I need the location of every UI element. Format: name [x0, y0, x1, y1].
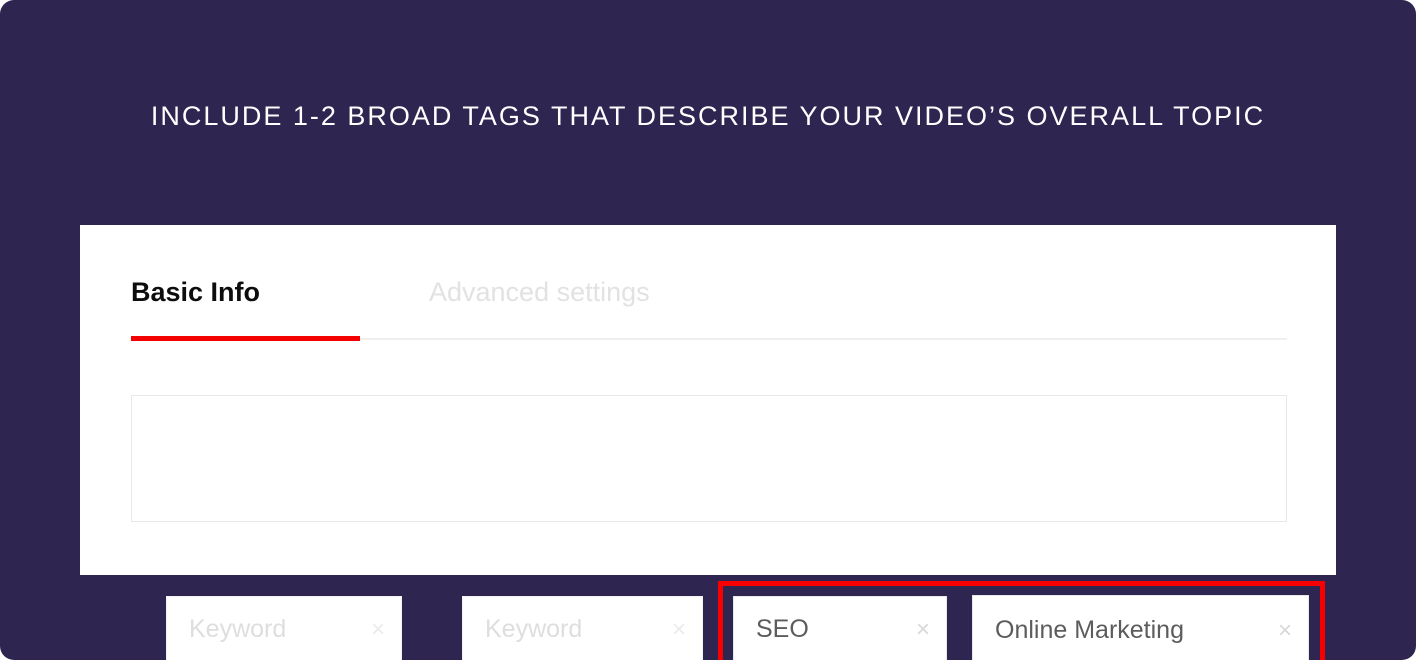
screen: INCLUDE 1-2 BROAD TAGS THAT DESCRIBE YOU… — [0, 0, 1416, 660]
tag-chip-label: Keyword — [189, 615, 287, 643]
close-icon[interactable]: × — [672, 617, 686, 642]
tag-chip[interactable]: Keyword × — [166, 596, 402, 660]
tags-field-container[interactable]: Keyword × Keyword × SEO × Online Marketi… — [131, 395, 1325, 660]
close-icon[interactable]: × — [371, 617, 385, 642]
video-details-card: Basic Info Advanced settings Keyword × K… — [80, 225, 1336, 660]
page-title: INCLUDE 1-2 BROAD TAGS THAT DESCRIBE YOU… — [150, 101, 1266, 131]
tab-advanced-settings[interactable]: Advanced settings — [360, 263, 650, 321]
tag-chip[interactable]: SEO × — [733, 596, 947, 660]
tag-chip-label: Keyword — [485, 615, 583, 643]
close-icon[interactable]: × — [916, 617, 930, 642]
tag-chip[interactable]: Keyword × — [462, 596, 703, 660]
tab-basic-info[interactable]: Basic Info — [131, 263, 360, 321]
tag-chip[interactable]: Online Marketing × — [972, 595, 1309, 660]
tag-chip-label: SEO — [756, 615, 809, 643]
tag-chip-label: Online Marketing — [995, 616, 1184, 644]
tab-bar: Basic Info Advanced settings — [131, 263, 650, 321]
active-tab-indicator — [131, 336, 360, 341]
close-icon[interactable]: × — [1278, 618, 1292, 643]
